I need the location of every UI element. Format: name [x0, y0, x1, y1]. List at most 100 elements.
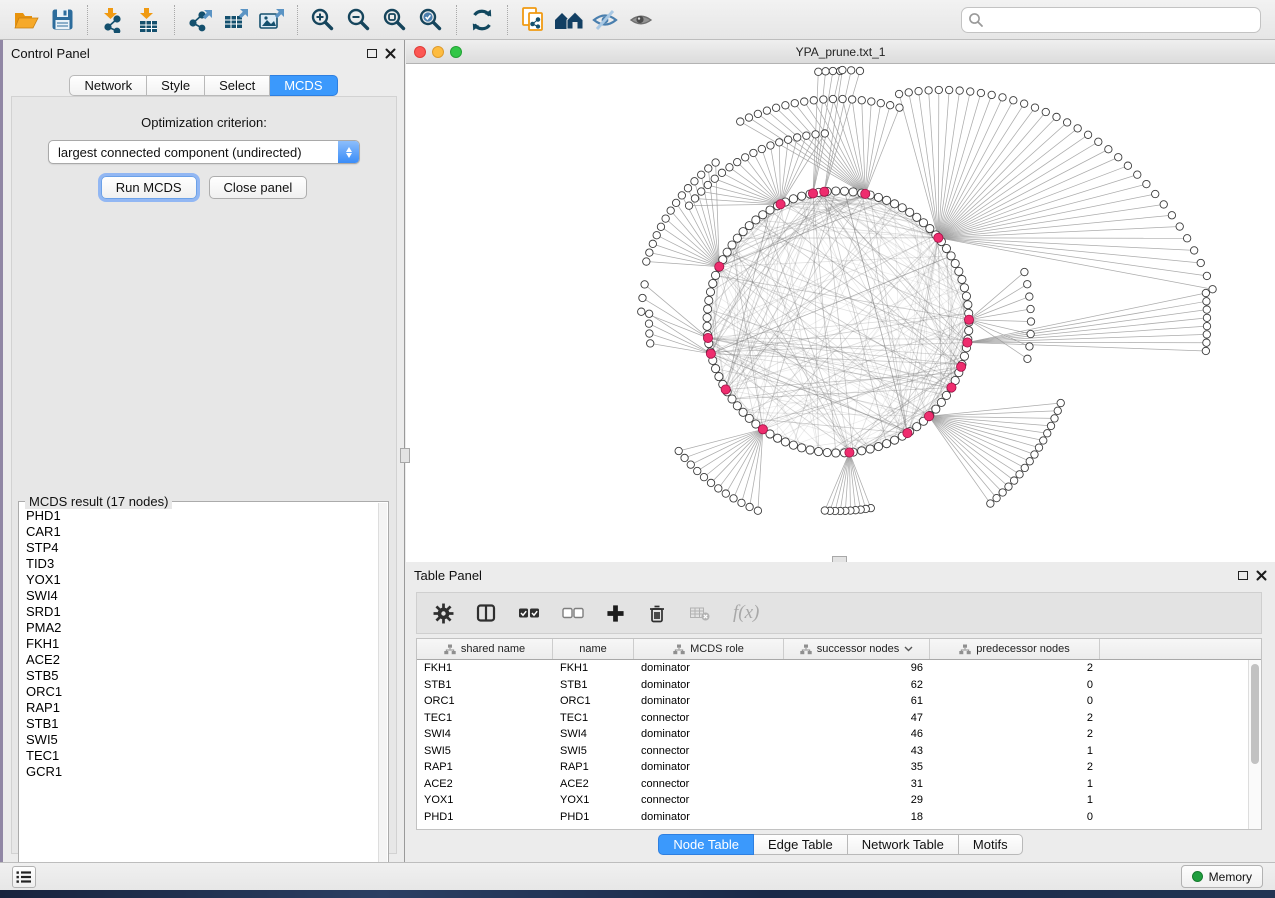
mcds-result-item[interactable]: ACE2	[26, 652, 376, 668]
table-row[interactable]: SWI5SWI5connector431	[417, 743, 1248, 760]
refresh-layout-icon[interactable]	[464, 3, 500, 37]
mcds-result-item[interactable]: SWI5	[26, 732, 376, 748]
table-tab-node-table[interactable]: Node Table	[658, 834, 754, 855]
tab-style[interactable]: Style	[147, 75, 205, 96]
cell-shared-name[interactable]: PHD1	[417, 811, 553, 823]
cell-mcds-role[interactable]: dominator	[634, 662, 784, 674]
delete-column-icon[interactable]	[647, 603, 667, 624]
mcds-result-item[interactable]: TEC1	[26, 748, 376, 764]
table-row[interactable]: FKH1FKH1dominator962	[417, 660, 1248, 677]
search-input[interactable]	[961, 7, 1261, 33]
open-file-icon[interactable]	[8, 3, 44, 37]
mcds-result-item[interactable]: RAP1	[26, 700, 376, 716]
mcds-result-item[interactable]: STB5	[26, 668, 376, 684]
mcds-result-item[interactable]: PMA2	[26, 620, 376, 636]
cell-successor-nodes[interactable]: 96	[784, 662, 930, 674]
import-network-icon[interactable]	[95, 3, 131, 37]
column-header-name[interactable]: name	[553, 639, 634, 659]
mcds-result-item[interactable]: CAR1	[26, 524, 376, 540]
network-window-titlebar[interactable]: YPA_prune.txt_1	[406, 40, 1275, 64]
zoom-selected-icon[interactable]	[413, 3, 449, 37]
table-tab-network-table[interactable]: Network Table	[848, 834, 959, 855]
cell-name[interactable]: FKH1	[553, 662, 634, 674]
cell-name[interactable]: PHD1	[553, 811, 634, 823]
mcds-result-item[interactable]: TID3	[26, 556, 376, 572]
cell-mcds-role[interactable]: dominator	[634, 811, 784, 823]
zoom-in-icon[interactable]	[305, 3, 341, 37]
unselect-all-columns-icon[interactable]	[562, 606, 584, 620]
cell-shared-name[interactable]: FKH1	[417, 662, 553, 674]
table-row[interactable]: RAP1RAP1dominator352	[417, 759, 1248, 776]
float-window-icon[interactable]	[367, 49, 377, 58]
table-row[interactable]: STB1STB1dominator620	[417, 677, 1248, 694]
table-options-gear-icon[interactable]	[433, 603, 454, 624]
close-panel-button[interactable]: Close panel	[209, 176, 308, 199]
cell-predecessor-nodes[interactable]: 1	[930, 778, 1100, 790]
tab-mcds[interactable]: MCDS	[270, 75, 337, 96]
cell-name[interactable]: TEC1	[553, 712, 634, 724]
cell-mcds-role[interactable]: connector	[634, 778, 784, 790]
table-tab-edge-table[interactable]: Edge Table	[754, 834, 848, 855]
cell-name[interactable]: SWI5	[553, 745, 634, 757]
select-all-columns-icon[interactable]	[518, 606, 540, 620]
mcds-result-item[interactable]: PHD1	[26, 508, 376, 524]
cell-shared-name[interactable]: ACE2	[417, 778, 553, 790]
close-panel-icon[interactable]	[385, 48, 396, 59]
cell-predecessor-nodes[interactable]: 2	[930, 662, 1100, 674]
table-row[interactable]: ACE2ACE2connector311	[417, 776, 1248, 793]
cell-name[interactable]: RAP1	[553, 761, 634, 773]
export-image-icon[interactable]	[254, 3, 290, 37]
cell-successor-nodes[interactable]: 46	[784, 728, 930, 740]
hide-selected-icon[interactable]	[587, 3, 623, 37]
table-tab-motifs[interactable]: Motifs	[959, 834, 1023, 855]
cell-predecessor-nodes[interactable]: 1	[930, 794, 1100, 806]
column-header-shared-name[interactable]: shared name	[417, 639, 553, 659]
cell-name[interactable]: SWI4	[553, 728, 634, 740]
cell-mcds-role[interactable]: connector	[634, 712, 784, 724]
vertical-splitter-handle[interactable]	[400, 448, 410, 463]
tab-select[interactable]: Select	[205, 75, 270, 96]
duplicate-network-icon[interactable]	[515, 3, 551, 37]
zoom-fit-icon[interactable]	[377, 3, 413, 37]
cell-shared-name[interactable]: RAP1	[417, 761, 553, 773]
cell-shared-name[interactable]: TEC1	[417, 712, 553, 724]
table-row[interactable]: YOX1YOX1connector291	[417, 792, 1248, 809]
cell-mcds-role[interactable]: dominator	[634, 761, 784, 773]
create-column-icon[interactable]	[606, 604, 625, 623]
cell-predecessor-nodes[interactable]: 2	[930, 712, 1100, 724]
save-session-icon[interactable]	[44, 3, 80, 37]
mcds-result-item[interactable]: SRD1	[26, 604, 376, 620]
cell-mcds-role[interactable]: dominator	[634, 695, 784, 707]
cell-successor-nodes[interactable]: 47	[784, 712, 930, 724]
close-panel-icon[interactable]	[1256, 570, 1267, 581]
cell-predecessor-nodes[interactable]: 2	[930, 728, 1100, 740]
show-all-icon[interactable]	[623, 3, 659, 37]
table-row[interactable]: ORC1ORC1dominator610	[417, 693, 1248, 710]
cell-shared-name[interactable]: SWI4	[417, 728, 553, 740]
first-neighbors-icon[interactable]	[551, 3, 587, 37]
mcds-result-item[interactable]: SWI4	[26, 588, 376, 604]
cell-successor-nodes[interactable]: 29	[784, 794, 930, 806]
table-scrollbar[interactable]	[1248, 660, 1261, 829]
cell-shared-name[interactable]: YOX1	[417, 794, 553, 806]
mcds-result-list[interactable]: PHD1CAR1STP4TID3YOX1SWI4SRD1PMA2FKH1ACE2…	[26, 508, 376, 870]
cell-predecessor-nodes[interactable]: 2	[930, 761, 1100, 773]
mcds-result-scrollbar[interactable]	[378, 503, 387, 871]
export-network-icon[interactable]	[182, 3, 218, 37]
tab-network[interactable]: Network	[69, 75, 147, 96]
cell-shared-name[interactable]: SWI5	[417, 745, 553, 757]
column-header-mcds-role[interactable]: MCDS role	[634, 639, 784, 659]
run-mcds-button[interactable]: Run MCDS	[101, 176, 197, 199]
criterion-dropdown[interactable]: largest connected component (undirected)	[48, 140, 360, 164]
zoom-out-icon[interactable]	[341, 3, 377, 37]
cell-successor-nodes[interactable]: 62	[784, 679, 930, 691]
cell-predecessor-nodes[interactable]: 0	[930, 679, 1100, 691]
cell-mcds-role[interactable]: dominator	[634, 728, 784, 740]
column-header-predecessor-nodes[interactable]: predecessor nodes	[930, 639, 1100, 659]
network-canvas[interactable]	[406, 64, 1275, 562]
cell-successor-nodes[interactable]: 43	[784, 745, 930, 757]
import-table-icon[interactable]	[131, 3, 167, 37]
column-header-successor-nodes[interactable]: successor nodes	[784, 639, 930, 659]
cell-predecessor-nodes[interactable]: 0	[930, 695, 1100, 707]
table-row[interactable]: TEC1TEC1connector472	[417, 710, 1248, 727]
